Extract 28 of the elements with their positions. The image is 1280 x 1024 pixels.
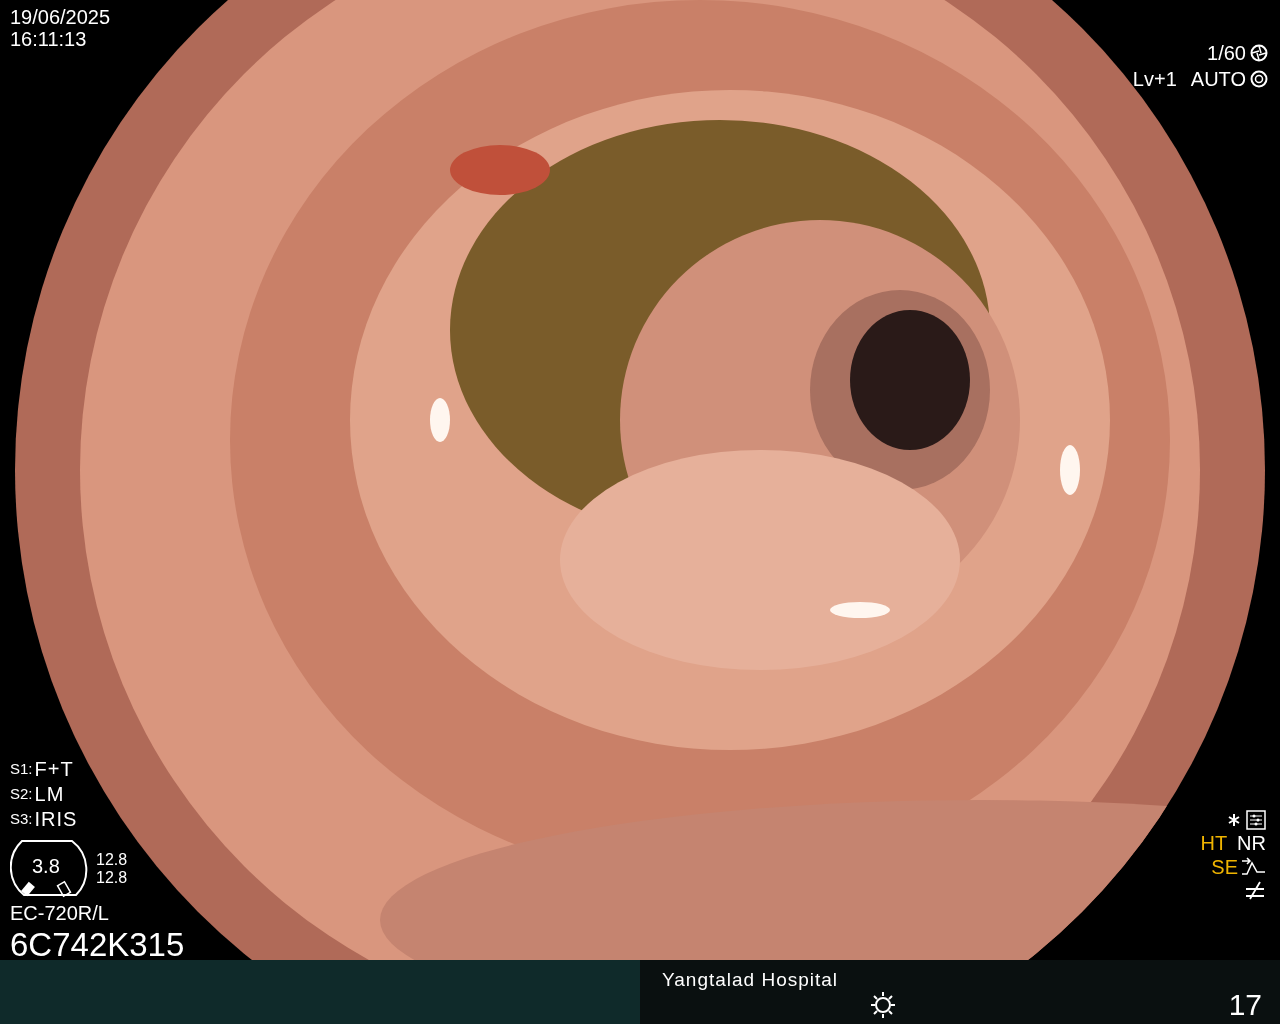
time-text: 16:11:13 [10,28,87,50]
asterisk-icon [1228,814,1240,826]
hospital-name: Yangtalad Hospital [662,970,839,991]
switch-key: S3: [10,810,33,828]
switch-value: F+T [34,758,74,780]
aperture-icon [1250,44,1268,62]
switch-value: LM [34,783,65,805]
mode-text: AUTO [1190,68,1246,90]
enhancement-label: NR [1237,832,1266,854]
date-text: 19/06/2025 [10,6,111,28]
level-text: Lv+1 [1132,68,1177,90]
reading-text: 12.8 [96,869,128,887]
curve-icon [1240,857,1266,877]
scope-model: EC-720R/L [10,902,109,924]
switch-value: IRIS [34,808,78,830]
not-equal-icon [1244,880,1266,900]
switch-key: S1: [10,760,33,778]
scope-gauge-icon [10,839,90,899]
iris-icon [1250,70,1268,88]
reading-text: 12.8 [96,851,128,869]
shutter-text: 1/60 [1207,42,1246,64]
gauge-value: 3.8 [32,855,60,877]
settings-icon [1246,810,1266,830]
scope-serial: 6C742K315 [10,927,185,960]
enhancement-label: SE [1211,856,1238,878]
image-count: 17 [1228,988,1262,1021]
switch-key: S2: [10,785,33,803]
enhancement-label: HT [1200,832,1228,854]
